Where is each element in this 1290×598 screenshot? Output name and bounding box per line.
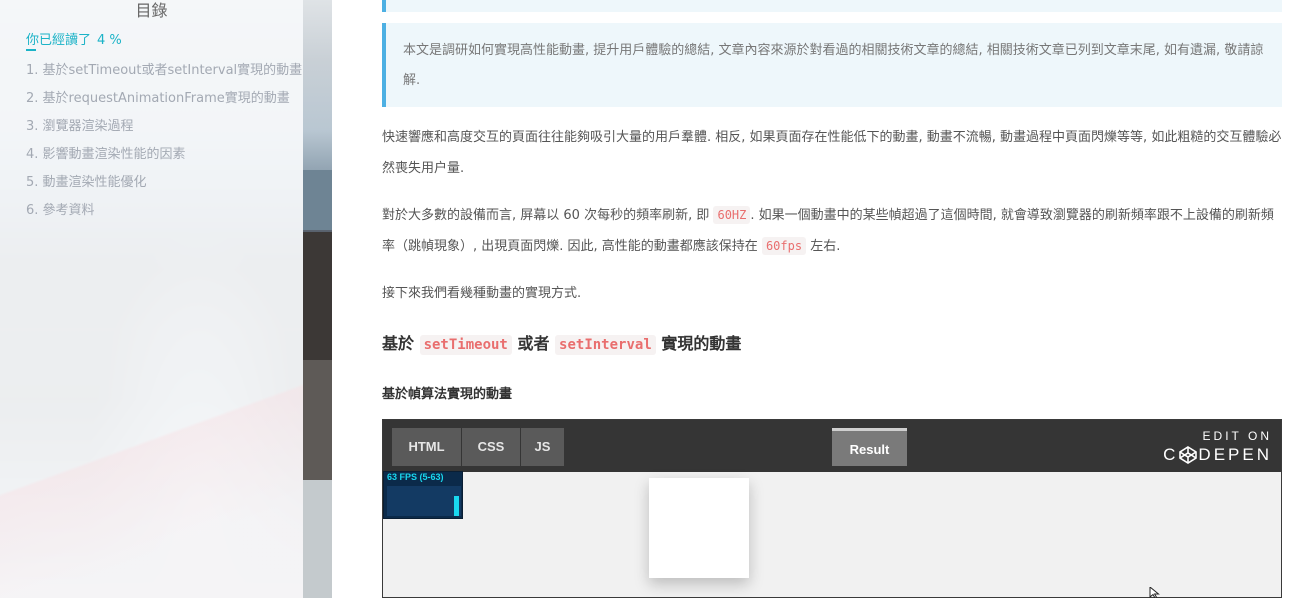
toc-item-references[interactable]: 6. 參考資料 xyxy=(26,200,302,228)
toc-decoration xyxy=(0,378,303,598)
reading-progress-value: 4 % xyxy=(97,33,122,48)
reading-progress: 你已經讀了 4 % xyxy=(26,29,122,48)
rock-lower xyxy=(303,360,332,480)
inline-code-60fps: 60fps xyxy=(761,237,807,255)
paragraph-intro: 快速響應和高度交互的頁面往往能夠吸引大量的用戶羣體. 相反, 如果頁面存在性能低… xyxy=(382,130,1282,176)
p2-text-a: 對於大多數的設備而言, 屏幕以 60 次每秒的頻率刷新, 即 xyxy=(382,208,714,223)
toc-item-raf[interactable]: 2. 基於requestAnimationFrame實現的動畫 xyxy=(26,88,302,116)
codepen-logo-c: C xyxy=(1163,445,1179,464)
toc-item-settimeout[interactable]: 1. 基於setTimeout或者setInterval實現的動畫 xyxy=(26,60,302,88)
fps-bar xyxy=(454,496,459,516)
inline-code-settimeout: setTimeout xyxy=(419,335,512,355)
toc-list: 1. 基於setTimeout或者setInterval實現的動畫 2. 基於r… xyxy=(26,60,302,228)
h2-text-b: 或者 xyxy=(511,334,556,353)
paragraph-next: 接下來我們看幾種動畫的實現方式. xyxy=(382,286,582,301)
paragraph-refresh-rate: 對於大多數的設備而言, 屏幕以 60 次每秒的頻率刷新, 即 60HZ. 如果一… xyxy=(382,200,1282,262)
fps-meter: 63 FPS (5-63) xyxy=(383,471,463,519)
h2-text-a: 基於 xyxy=(382,334,420,353)
inline-code-setinterval: setInterval xyxy=(555,335,656,355)
mouse-cursor-icon xyxy=(1149,587,1160,598)
toc-item-render-process[interactable]: 3. 瀏覽器渲染過程 xyxy=(26,116,302,144)
tab-result[interactable]: Result xyxy=(832,428,907,466)
codepen-embed: HTML CSS JS Result EDIT ON C DEPEN 63 FP… xyxy=(382,419,1282,598)
fps-label: 63 FPS (5-63) xyxy=(387,472,444,482)
intro-quote: 本文是調研如何實現高性能動畫, 提升用戶體驗的總結, 文章內容來源於對看過的相關… xyxy=(382,23,1282,107)
edit-on-label[interactable]: EDIT ON xyxy=(1203,429,1272,443)
animated-box xyxy=(649,478,749,578)
reading-progress-bar xyxy=(26,49,36,51)
codepen-logo-rest: DEPEN xyxy=(1198,445,1272,464)
p2-text-c: 左右. xyxy=(806,239,841,254)
reading-progress-label: 你已經讀了 xyxy=(26,33,92,48)
toc-title: 目錄 xyxy=(135,1,168,20)
codepen-logo[interactable]: C DEPEN xyxy=(1163,444,1272,466)
table-of-contents: 目錄 你已經讀了 4 % 1. 基於setTimeout或者setInterval… xyxy=(0,0,303,598)
inline-code-60hz: 60HZ xyxy=(713,206,751,224)
heading-frame-algorithm: 基於幀算法實現的動畫 xyxy=(382,387,513,402)
h2-text-c: 實現的動畫 xyxy=(655,334,742,353)
fps-graph xyxy=(387,486,461,516)
tab-css[interactable]: CSS xyxy=(462,428,520,466)
previous-quote-block xyxy=(382,0,1282,12)
toc-item-optimization[interactable]: 5. 動畫渲染性能優化 xyxy=(26,172,302,200)
toc-item-perf-factors[interactable]: 4. 影響動畫渲染性能的因素 xyxy=(26,144,302,172)
article: 本文是調研如何實現高性能動畫, 提升用戶體驗的總結, 文章內容來源於對看過的相關… xyxy=(332,0,1290,598)
codepen-header: HTML CSS JS Result EDIT ON C DEPEN xyxy=(383,420,1281,472)
sea-water xyxy=(303,170,332,230)
heading-settimeout: 基於 setTimeout 或者 setInterval 實現的動畫 xyxy=(382,330,741,359)
wave-foam xyxy=(303,480,332,598)
codepen-cube-icon xyxy=(1179,446,1198,464)
tab-js[interactable]: JS xyxy=(521,428,564,466)
tab-html[interactable]: HTML xyxy=(392,428,461,466)
rock-shadow xyxy=(303,232,332,362)
